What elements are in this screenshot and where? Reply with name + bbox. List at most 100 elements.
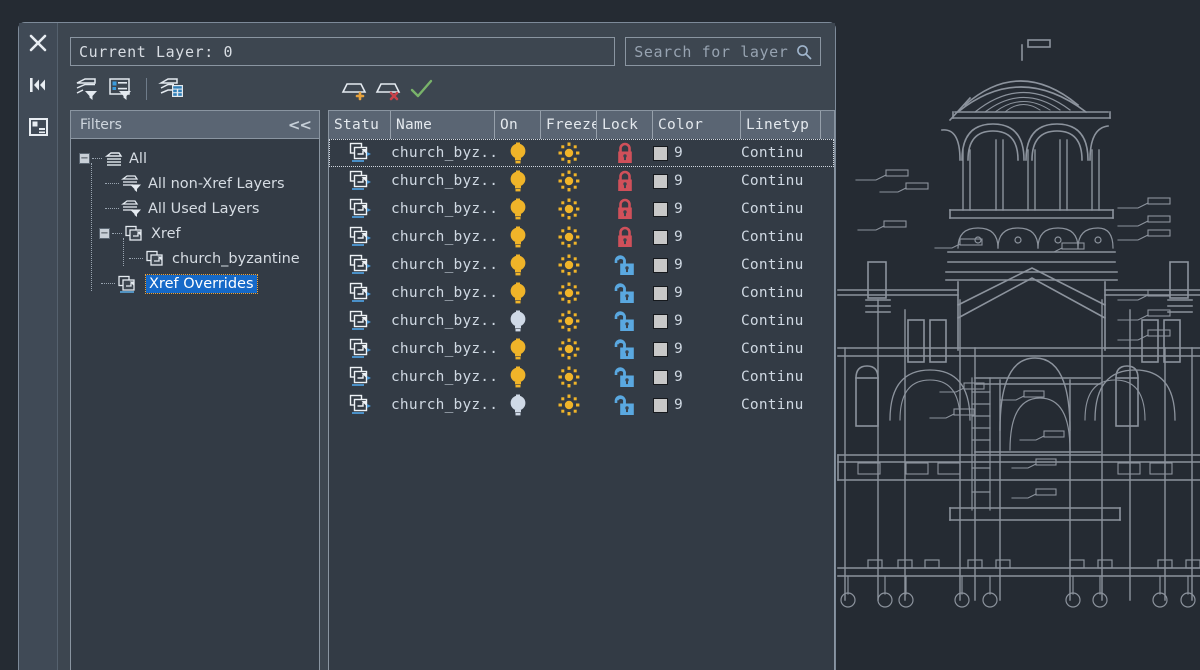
delete-layer-button[interactable] <box>371 74 405 104</box>
color-swatch[interactable] <box>653 369 668 385</box>
cell-color[interactable]: 9 <box>653 363 741 391</box>
sun-thawed-icon[interactable] <box>557 169 581 193</box>
cell-lock[interactable] <box>597 139 653 167</box>
cell-color[interactable]: 9 <box>653 167 741 195</box>
expander-icon[interactable]: − <box>79 153 90 164</box>
cell-freeze[interactable] <box>541 223 597 251</box>
cell-freeze[interactable] <box>541 363 597 391</box>
tree-item-xref[interactable]: − Xref <box>71 221 319 246</box>
cell-freeze[interactable] <box>541 307 597 335</box>
cell-freeze[interactable] <box>541 279 597 307</box>
lock-closed-icon[interactable] <box>615 142 635 165</box>
cell-name[interactable]: church_byz... <box>391 251 495 279</box>
sun-thawed-icon[interactable] <box>557 393 581 417</box>
cell-name[interactable]: church_byz... <box>391 307 495 335</box>
cell-on[interactable] <box>495 391 541 419</box>
cell-linetype[interactable]: Continu <box>741 195 821 223</box>
cell-name[interactable]: church_byz... <box>391 335 495 363</box>
cell-freeze[interactable] <box>541 167 597 195</box>
cell-name[interactable]: church_byz... <box>391 279 495 307</box>
cell-lock[interactable] <box>597 279 653 307</box>
cell-color[interactable]: 9 <box>653 223 741 251</box>
cell-on[interactable] <box>495 251 541 279</box>
sun-thawed-icon[interactable] <box>557 337 581 361</box>
cell-name[interactable]: church_byz... <box>391 363 495 391</box>
column-header-freeze[interactable]: Freeze <box>541 111 597 139</box>
cell-freeze[interactable] <box>541 335 597 363</box>
sun-thawed-icon[interactable] <box>557 281 581 305</box>
cell-on[interactable] <box>495 167 541 195</box>
cell-color[interactable]: 9 <box>653 279 741 307</box>
table-row[interactable]: church_byz... 9Continu <box>329 307 834 335</box>
lock-open-icon[interactable] <box>614 366 636 389</box>
lock-open-icon[interactable] <box>614 394 636 417</box>
cell-lock[interactable] <box>597 307 653 335</box>
color-swatch[interactable] <box>653 201 668 217</box>
cell-lock[interactable] <box>597 335 653 363</box>
cell-lock[interactable] <box>597 363 653 391</box>
cell-linetype[interactable]: Continu <box>741 167 821 195</box>
cell-color[interactable]: 9 <box>653 139 741 167</box>
cell-linetype[interactable]: Continu <box>741 307 821 335</box>
color-swatch[interactable] <box>653 145 668 161</box>
lock-open-icon[interactable] <box>614 338 636 361</box>
color-swatch[interactable] <box>653 341 668 357</box>
lock-open-icon[interactable] <box>614 310 636 333</box>
cell-linetype[interactable]: Continu <box>741 139 821 167</box>
sun-thawed-icon[interactable] <box>557 365 581 389</box>
cell-color[interactable]: 9 <box>653 335 741 363</box>
cell-on[interactable] <box>495 223 541 251</box>
new-property-filter-button[interactable] <box>70 74 104 104</box>
cell-name[interactable]: church_byz... <box>391 139 495 167</box>
cell-on[interactable] <box>495 195 541 223</box>
bulb-on-icon[interactable] <box>507 365 529 389</box>
bulb-on-icon[interactable] <box>507 197 529 221</box>
tree-item-all-non-xref-layers[interactable]: All non-Xref Layers <box>71 171 319 196</box>
table-row[interactable]: church_byz... 9Continu <box>329 139 834 167</box>
cell-on[interactable] <box>495 335 541 363</box>
lock-closed-icon[interactable] <box>615 170 635 193</box>
sun-thawed-icon[interactable] <box>557 253 581 277</box>
tree-item-church-byzantine[interactable]: church_byzantine <box>71 246 319 271</box>
expander-icon[interactable]: − <box>99 228 110 239</box>
cell-lock[interactable] <box>597 223 653 251</box>
table-row[interactable]: church_byz... 9Continu <box>329 223 834 251</box>
column-header-on[interactable]: On <box>495 111 541 139</box>
properties-icon[interactable] <box>25 114 51 140</box>
sun-thawed-icon[interactable] <box>557 225 581 249</box>
search-input[interactable]: Search for layer <box>625 37 821 66</box>
cell-name[interactable]: church_byz... <box>391 195 495 223</box>
cell-color[interactable]: 9 <box>653 307 741 335</box>
color-swatch[interactable] <box>653 397 668 413</box>
cell-lock[interactable] <box>597 167 653 195</box>
column-header-linetype[interactable]: Linetyp <box>741 111 821 139</box>
collapse-filters-button[interactable]: << <box>288 116 312 134</box>
table-row[interactable]: church_byz... 9Continu <box>329 195 834 223</box>
cell-lock[interactable] <box>597 251 653 279</box>
cell-name[interactable]: church_byz... <box>391 391 495 419</box>
bulb-off-icon[interactable] <box>507 393 529 417</box>
bulb-on-icon[interactable] <box>507 225 529 249</box>
bulb-off-icon[interactable] <box>507 309 529 333</box>
cell-linetype[interactable]: Continu <box>741 223 821 251</box>
close-icon[interactable] <box>25 30 51 56</box>
cell-lock[interactable] <box>597 391 653 419</box>
cell-lock[interactable] <box>597 195 653 223</box>
color-swatch[interactable] <box>653 285 668 301</box>
table-row[interactable]: church_byz... 9Continu <box>329 279 834 307</box>
table-row[interactable]: church_byz... 9Continu <box>329 167 834 195</box>
cell-freeze[interactable] <box>541 195 597 223</box>
cell-name[interactable]: church_byz... <box>391 223 495 251</box>
lock-open-icon[interactable] <box>614 254 636 277</box>
cell-on[interactable] <box>495 279 541 307</box>
color-swatch[interactable] <box>653 257 668 273</box>
cell-on[interactable] <box>495 139 541 167</box>
bulb-on-icon[interactable] <box>507 281 529 305</box>
table-row[interactable]: church_byz... 9Continu <box>329 335 834 363</box>
lock-closed-icon[interactable] <box>615 198 635 221</box>
lock-open-icon[interactable] <box>614 282 636 305</box>
cell-linetype[interactable]: Continu <box>741 391 821 419</box>
cell-linetype[interactable]: Continu <box>741 279 821 307</box>
column-header-name[interactable]: Name <box>391 111 495 139</box>
auto-hide-icon[interactable] <box>25 72 51 98</box>
